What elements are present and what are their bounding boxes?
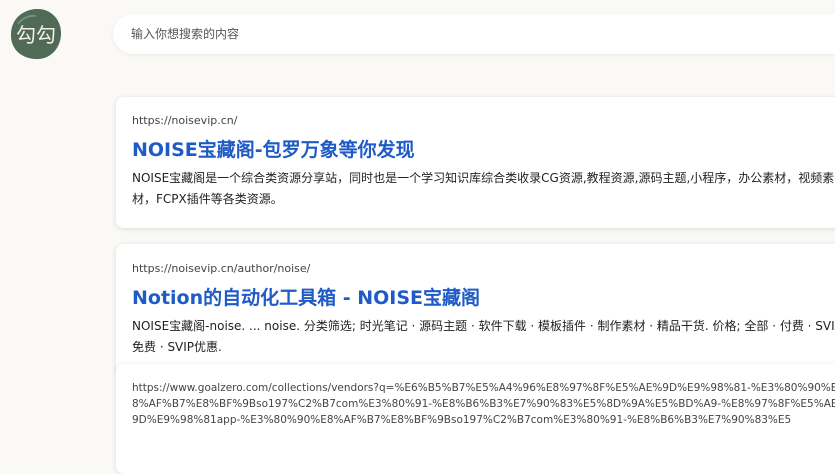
search-input[interactable]: [129, 26, 733, 42]
result-title-link[interactable]: Notion的自动化工具箱 - NOISE宝藏阁: [132, 283, 835, 310]
result-url[interactable]: https://noisevip.cn/author/noise/: [132, 262, 835, 275]
result-title-link[interactable]: NOISE宝藏阁-包罗万象等你发现: [132, 135, 835, 162]
result-url[interactable]: https://www.goalzero.com/collections/ven…: [132, 380, 835, 428]
logo-badge: 勾勾: [10, 8, 62, 60]
result-card: https://noisevip.cn/ NOISE宝藏阁-包罗万象等你发现 N…: [116, 97, 835, 228]
logo-text: 勾勾: [16, 23, 56, 47]
result-url[interactable]: https://noisevip.cn/: [132, 114, 835, 127]
site-logo[interactable]: 勾勾: [8, 6, 64, 62]
result-description: NOISE宝藏阁是一个综合类资源分享站，同时也是一个学习知识库综合类收录CG资源…: [132, 171, 835, 206]
result-card: https://noisevip.cn/author/noise/ Notion…: [116, 244, 835, 375]
result-card: https://www.goalzero.com/collections/ven…: [116, 364, 835, 474]
result-description: NOISE宝藏阁-noise. ... noise. 分类筛选; 时光笔记 · …: [132, 319, 835, 354]
search-bar[interactable]: [113, 14, 835, 54]
